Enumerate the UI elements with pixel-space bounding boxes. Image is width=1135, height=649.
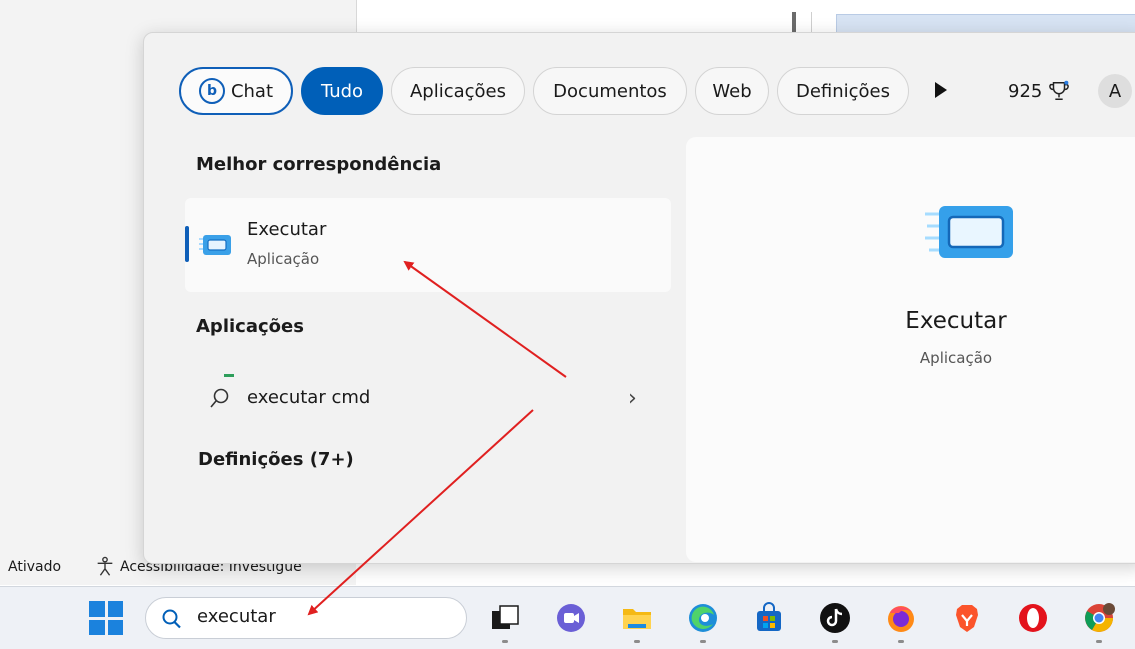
run-app-large-icon <box>925 206 1013 258</box>
edge-icon[interactable] <box>685 600 721 636</box>
filter-tudo[interactable]: Tudo <box>301 67 383 115</box>
running-indicator <box>634 640 640 643</box>
filter-chat-label: Chat <box>230 80 274 102</box>
running-indicator <box>1096 640 1102 643</box>
best-match-title: Executar <box>247 219 327 240</box>
best-match-item[interactable] <box>185 198 671 292</box>
preview-title: Executar <box>905 308 1007 334</box>
filter-web[interactable]: Web <box>695 67 769 115</box>
settings-heading[interactable]: Definições (7+) <box>198 449 354 470</box>
taskbar-search-input[interactable]: executar <box>197 606 276 627</box>
more-filters-icon[interactable] <box>935 82 947 98</box>
task-view-icon[interactable] <box>487 600 523 636</box>
windows-logo-tile <box>107 601 123 617</box>
tiktok-icon[interactable] <box>817 600 853 636</box>
running-indicator <box>502 640 508 643</box>
filter-documentos[interactable]: Documentos <box>533 67 687 115</box>
chrome-icon[interactable] <box>1081 600 1117 636</box>
filter-chat[interactable]: b Chat <box>179 67 293 115</box>
taskbar-search-icon <box>162 609 181 629</box>
brave-icon[interactable] <box>949 600 985 636</box>
result-marker <box>224 374 234 377</box>
trophy-icon <box>1049 80 1070 100</box>
file-explorer-icon[interactable] <box>619 600 655 636</box>
running-indicator <box>898 640 904 643</box>
firefox-icon[interactable] <box>883 600 919 636</box>
windows-logo-tile <box>89 619 105 635</box>
best-match-subtitle: Aplicação <box>247 250 320 268</box>
run-app-icon <box>199 235 231 255</box>
apps-heading: Aplicações <box>196 316 304 337</box>
teams-chat-icon[interactable] <box>553 600 589 636</box>
chevron-right-icon[interactable]: › <box>628 386 637 411</box>
opera-icon[interactable] <box>1015 600 1051 636</box>
windows-logo-tile <box>89 601 105 617</box>
status-ativado: Ativado <box>8 559 62 575</box>
filter-definicoes[interactable]: Definições <box>777 67 909 115</box>
points-value: 925 <box>1008 80 1043 102</box>
running-indicator <box>700 640 706 643</box>
best-match-heading: Melhor correspondência <box>196 154 442 175</box>
bing-chat-icon: b <box>198 78 225 104</box>
accessibility-icon <box>97 556 113 576</box>
store-icon[interactable] <box>751 600 787 636</box>
account-avatar[interactable]: A <box>1098 74 1132 108</box>
preview-subtitle: Aplicação <box>919 349 993 367</box>
web-search-suggestion[interactable]: executar cmd <box>247 387 370 408</box>
taskbar-search-box[interactable] <box>145 597 467 639</box>
search-icon <box>210 388 229 408</box>
running-indicator <box>832 640 838 643</box>
rewards-points[interactable]: 925 <box>1008 80 1070 102</box>
windows-logo-tile <box>107 619 123 635</box>
selection-indicator <box>185 226 189 262</box>
start-button[interactable] <box>89 601 123 635</box>
filter-aplicacoes[interactable]: Aplicações <box>391 67 525 115</box>
